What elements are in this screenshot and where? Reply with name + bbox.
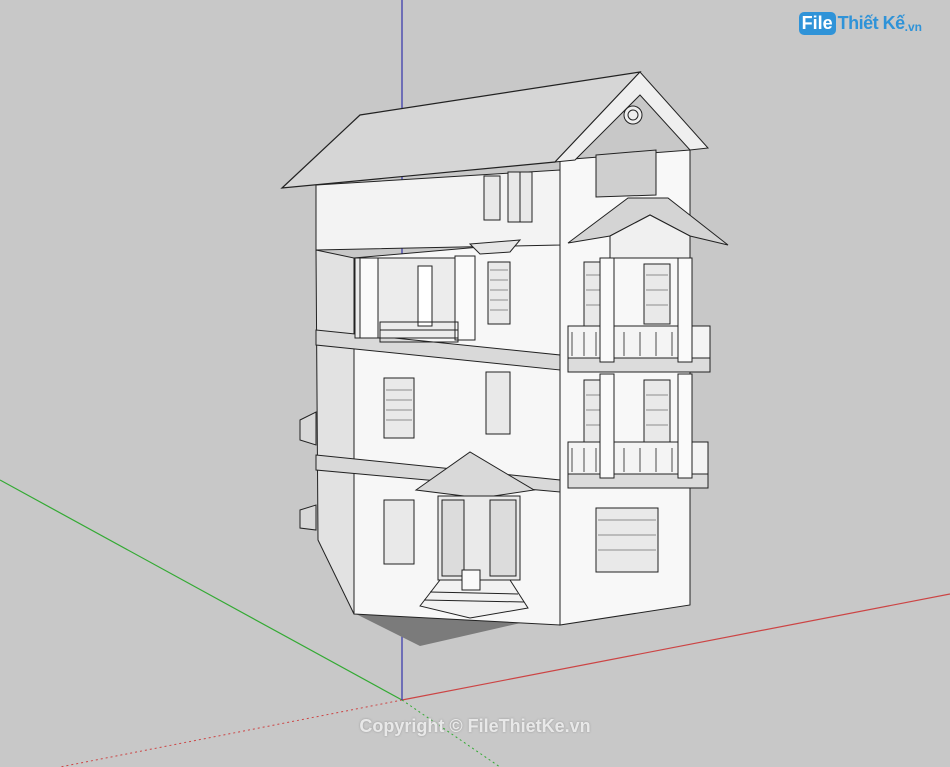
logo-file-badge: File (798, 12, 836, 35)
sketchup-viewport[interactable]: File Thiết Kế .vn Copyright © FileThietK… (0, 0, 950, 767)
logo-title: Thiết Kế (837, 13, 906, 33)
3d-model-scene[interactable] (0, 0, 950, 767)
left-wall (299, 249, 355, 615)
attic-windows (483, 171, 533, 223)
copyright-watermark: Copyright © FileThietKe.vn (359, 716, 591, 736)
filethietke-logo: File Thiết Kế .vn (798, 12, 922, 35)
logo-domain: .vn (904, 19, 922, 34)
